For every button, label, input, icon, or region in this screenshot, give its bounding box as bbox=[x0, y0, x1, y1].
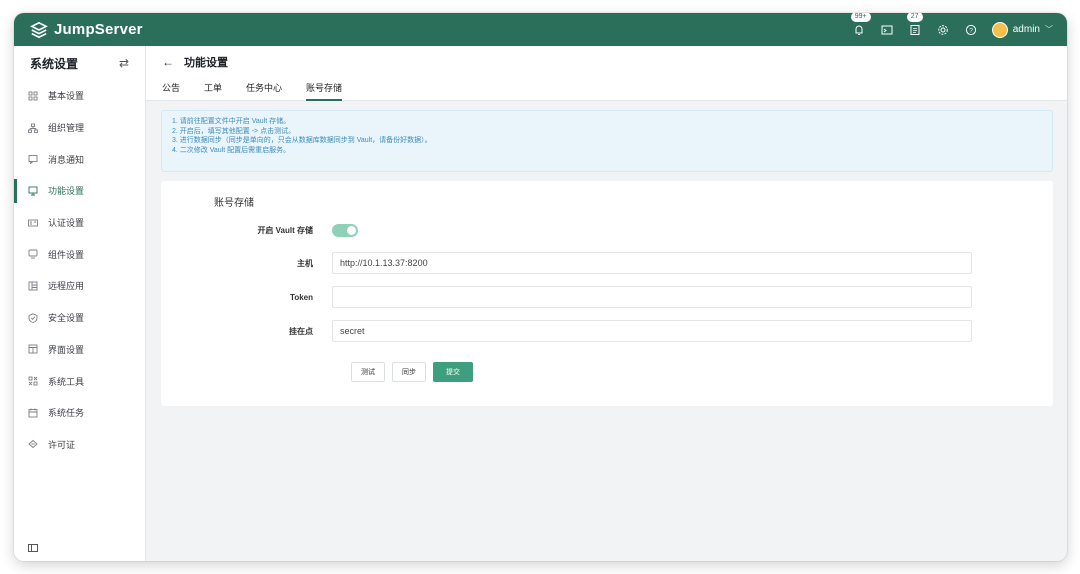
app-icon bbox=[28, 281, 38, 291]
sidebar-item-label: 功能设置 bbox=[48, 186, 85, 197]
tabs: 公告 工单 任务中心 账号存储 bbox=[162, 77, 1067, 101]
notice-line: 4. 二次修改 Vault 配置后需重启服务。 bbox=[172, 146, 291, 154]
tab-announcement[interactable]: 公告 bbox=[162, 77, 180, 101]
main-content: ← 功能设置 公告 工单 任务中心 账号存储 1. 请前往配置文件中开启 Vau… bbox=[146, 46, 1067, 561]
sync-button[interactable]: 同步 bbox=[392, 362, 426, 382]
section-title: 账号存储 bbox=[214, 198, 254, 209]
sidebar-item-label: 认证设置 bbox=[48, 218, 85, 229]
sidebar-item-label: 组织管理 bbox=[48, 123, 85, 134]
notice-line: 1. 请前往配置文件中开启 Vault 存储。 bbox=[172, 118, 291, 125]
sidebar: 系统设置 ⇄ 基本设置组织管理消息通知功能设置认证设置组件设置远程应用安全设置界… bbox=[14, 46, 146, 561]
sidebar-item-label: 界面设置 bbox=[48, 344, 85, 355]
sidebar-item-label: 组件设置 bbox=[48, 249, 85, 260]
feature-icon bbox=[28, 186, 38, 196]
username: admin bbox=[1012, 24, 1040, 35]
notifications-bell-icon[interactable]: 99+ bbox=[849, 13, 872, 37]
sidebar-item-app[interactable]: 远程应用 bbox=[14, 270, 145, 302]
sidebar-item-grid[interactable]: 基本设置 bbox=[14, 80, 145, 112]
sidebar-item-label: 系统工具 bbox=[48, 376, 85, 387]
svg-text:?: ? bbox=[969, 27, 973, 34]
sidebar-item-tools[interactable]: 系统工具 bbox=[14, 365, 145, 397]
vault-settings-card: 账号存储 开启 Vault 存储 主机 http://10.1.13.37:82… bbox=[161, 181, 1053, 406]
page-title: 功能设置 bbox=[184, 56, 228, 69]
vault-toggle-row: 开启 Vault 存储 bbox=[161, 219, 1053, 241]
collapse-sidebar-icon[interactable] bbox=[28, 543, 38, 553]
tickets-icon[interactable]: 27 bbox=[905, 13, 924, 37]
sidebar-menu: 基本设置组织管理消息通知功能设置认证设置组件设置远程应用安全设置界面设置系统工具… bbox=[14, 80, 145, 460]
sidebar-item-label: 远程应用 bbox=[48, 281, 85, 292]
sidebar-item-layout[interactable]: 界面设置 bbox=[14, 334, 145, 366]
grid-icon bbox=[28, 91, 38, 101]
host-row: 主机 http://10.1.13.37:8200 bbox=[161, 252, 1053, 274]
layout-icon bbox=[28, 344, 38, 354]
brand-name: JumpServer bbox=[54, 21, 143, 38]
vault-enable-switch[interactable] bbox=[332, 223, 358, 237]
sidebar-item-monitor[interactable]: 组件设置 bbox=[14, 238, 145, 270]
sidebar-item-license[interactable]: 许可证 bbox=[14, 429, 145, 461]
vault-toggle-label: 开启 Vault 存储 bbox=[257, 225, 313, 235]
help-icon[interactable]: ? bbox=[964, 23, 978, 37]
message-icon bbox=[28, 155, 38, 165]
notice-line: 2. 开启后，填写其他配置 -> 点击测试。 bbox=[172, 127, 296, 135]
host-input[interactable]: http://10.1.13.37:8200 bbox=[332, 252, 972, 274]
license-icon bbox=[28, 440, 38, 449]
form-actions: 测试 同步 提交 bbox=[351, 362, 473, 382]
sidebar-item-label: 消息通知 bbox=[48, 154, 85, 165]
test-button[interactable]: 测试 bbox=[351, 362, 385, 382]
sidebar-item-task[interactable]: 系统任务 bbox=[14, 397, 145, 429]
notifications-badge: 99+ bbox=[849, 13, 872, 23]
chevron-down-icon: ﹀ bbox=[1045, 25, 1053, 34]
top-icons: 99+ 27 ? admin ﹀ bbox=[849, 13, 1053, 46]
mount-point-label: 挂在点 bbox=[289, 326, 313, 336]
back-arrow-icon[interactable]: ← bbox=[162, 55, 174, 69]
sidebar-item-label: 系统任务 bbox=[48, 408, 85, 419]
tab-tickets[interactable]: 工单 bbox=[204, 77, 222, 101]
info-notice: 1. 请前往配置文件中开启 Vault 存储。 2. 开启后，填写其他配置 ->… bbox=[161, 110, 1053, 172]
sidebar-item-shield[interactable]: 安全设置 bbox=[14, 302, 145, 334]
id-card-icon bbox=[28, 219, 38, 227]
host-label: 主机 bbox=[297, 258, 313, 268]
sidebar-item-message[interactable]: 消息通知 bbox=[14, 143, 145, 175]
sidebar-item-org[interactable]: 组织管理 bbox=[14, 112, 145, 144]
token-input[interactable] bbox=[332, 286, 972, 308]
sidebar-header: 系统设置 ⇄ bbox=[14, 46, 145, 80]
app-window: JumpServer 99+ 27 ? admin ﹀ 系统设置 ⇄ 基本设置 … bbox=[14, 13, 1067, 561]
monitor-icon bbox=[28, 249, 38, 259]
tools-icon bbox=[28, 376, 38, 386]
notice-line: 3. 进行数据同步（同步是单向的，只会从数据库数据同步到 Vault，请备份好数… bbox=[172, 137, 432, 144]
sidebar-item-label: 安全设置 bbox=[48, 313, 85, 324]
sidebar-item-label: 基本设置 bbox=[48, 91, 85, 102]
tab-task-center[interactable]: 任务中心 bbox=[246, 77, 282, 101]
settings-gear-icon[interactable] bbox=[936, 23, 950, 37]
avatar bbox=[991, 21, 1008, 38]
switch-arrows-icon[interactable]: ⇄ bbox=[119, 56, 129, 70]
terminal-icon[interactable] bbox=[880, 23, 894, 37]
jumpserver-logo-icon bbox=[30, 21, 48, 38]
tab-account-storage[interactable]: 账号存储 bbox=[306, 77, 343, 101]
org-icon bbox=[28, 123, 38, 133]
user-menu[interactable]: admin ﹀ bbox=[991, 21, 1053, 38]
sidebar-item-label: 许可证 bbox=[48, 439, 76, 450]
top-navbar: JumpServer 99+ 27 ? admin ﹀ bbox=[14, 13, 1067, 46]
sidebar-item-id-card[interactable]: 认证设置 bbox=[14, 207, 145, 239]
logo[interactable]: JumpServer bbox=[30, 21, 143, 39]
sidebar-item-feature[interactable]: 功能设置 bbox=[14, 175, 145, 207]
submit-button[interactable]: 提交 bbox=[433, 362, 473, 382]
token-row: Token bbox=[161, 286, 1053, 308]
shield-icon bbox=[28, 312, 38, 323]
token-label: Token bbox=[290, 292, 313, 302]
page-header: ← 功能设置 公告 工单 任务中心 账号存储 bbox=[146, 46, 1067, 101]
mount-row: 挂在点 secret bbox=[161, 320, 1053, 342]
mount-point-input[interactable]: secret bbox=[332, 320, 972, 342]
sidebar-title: 系统设置 bbox=[30, 56, 79, 71]
tickets-badge: 27 bbox=[905, 13, 924, 23]
task-icon bbox=[28, 408, 38, 418]
